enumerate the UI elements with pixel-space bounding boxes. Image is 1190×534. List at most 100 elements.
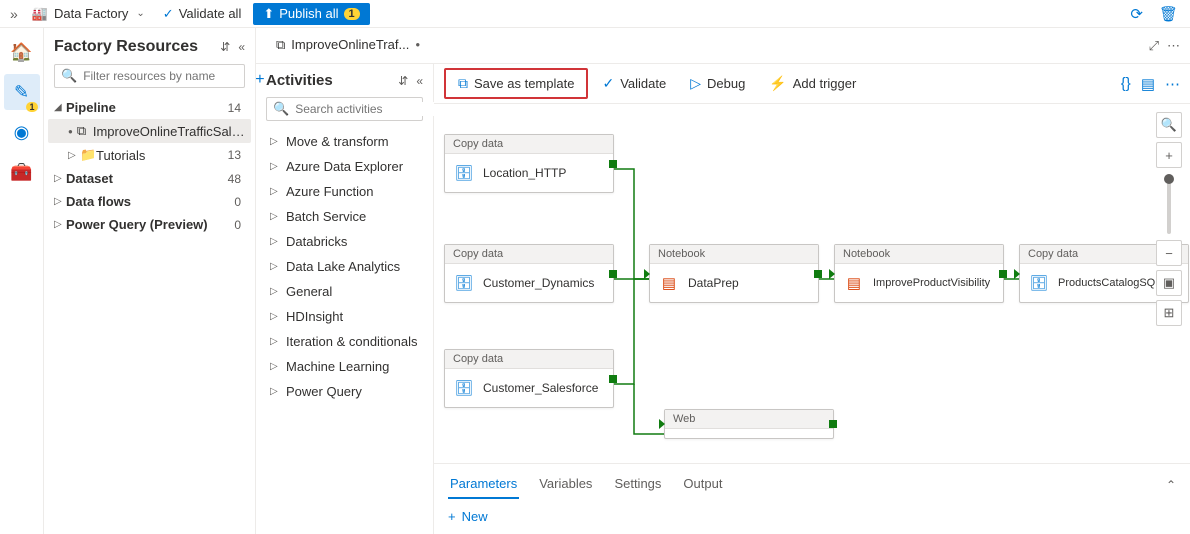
activity-label: General bbox=[286, 284, 332, 299]
activity-category[interactable]: ▷Move & transform bbox=[266, 129, 433, 154]
activity-label: HDInsight bbox=[286, 309, 343, 324]
home-icon: 🏠 bbox=[10, 42, 32, 63]
activity-label: Data Lake Analytics bbox=[286, 259, 400, 274]
toolbar-menu-icon[interactable]: ⋯ bbox=[1165, 75, 1180, 93]
publish-all-label: Publish all bbox=[279, 6, 338, 21]
new-label: New bbox=[462, 509, 488, 524]
zoom-in-button[interactable]: + bbox=[1156, 142, 1182, 168]
zoom-slider[interactable] bbox=[1167, 174, 1171, 234]
chevron-right-icon: ▷ bbox=[54, 219, 66, 230]
delete-icon[interactable]: 🗑 bbox=[1153, 5, 1184, 23]
publish-all-button[interactable]: ⬆ Publish all 1 bbox=[253, 3, 369, 25]
activity-category[interactable]: ▷Machine Learning bbox=[266, 354, 433, 379]
chevron-right-icon: ▷ bbox=[270, 386, 280, 397]
add-trigger-button[interactable]: ⚡ Add trigger bbox=[759, 70, 866, 97]
breadcrumb[interactable]: 🏭 Data Factory ⌄ bbox=[26, 6, 151, 22]
refresh-icon[interactable]: ⟳ bbox=[1124, 5, 1149, 23]
node-dataprep[interactable]: Notebook ▤ DataPrep bbox=[649, 244, 819, 303]
canvas-search-button[interactable]: 🔍 bbox=[1156, 112, 1182, 138]
chevron-right-icon: ▷ bbox=[54, 196, 66, 207]
activities-search[interactable]: 🔍 bbox=[266, 97, 423, 121]
resources-filter-input[interactable] bbox=[83, 69, 238, 83]
monitor-button[interactable]: ◉ bbox=[4, 114, 40, 150]
tree-item[interactable]: ▷Data flows0 bbox=[48, 190, 251, 213]
panel-tab-parameters[interactable]: Parameters bbox=[448, 470, 519, 499]
activity-category[interactable]: ▷Databricks bbox=[266, 229, 433, 254]
pin-icon[interactable]: ⇵ bbox=[220, 40, 230, 54]
copy-data-icon: 🗄 bbox=[453, 272, 475, 294]
tree-item[interactable]: ◢Pipeline14 bbox=[48, 96, 251, 119]
tree-item[interactable]: ●⧉ImproveOnlineTrafficSales bbox=[48, 119, 251, 143]
panel-tab-settings[interactable]: Settings bbox=[612, 470, 663, 499]
manage-button[interactable]: 🧰 bbox=[4, 154, 40, 190]
panel-tab-output[interactable]: Output bbox=[681, 470, 724, 499]
node-type-label: Copy data bbox=[445, 135, 613, 154]
node-name: Customer_Dynamics bbox=[483, 276, 594, 290]
validate-all-button[interactable]: ✓ Validate all bbox=[155, 3, 250, 25]
notebook-icon: ▤ bbox=[658, 272, 680, 294]
zoom-out-button[interactable]: − bbox=[1156, 240, 1182, 266]
node-type-label: Copy data bbox=[445, 350, 613, 369]
activity-category[interactable]: ▷Azure Function bbox=[266, 179, 433, 204]
save-as-template-button[interactable]: ⧉ Save as template bbox=[444, 68, 588, 99]
copy-data-icon: 🗄 bbox=[453, 377, 475, 399]
resources-filter[interactable]: 🔍 bbox=[54, 64, 245, 88]
node-customer-dynamics[interactable]: Copy data 🗄 Customer_Dynamics bbox=[444, 244, 614, 303]
toolbox-icon: 🧰 bbox=[10, 162, 32, 183]
chevron-right-icon: ▷ bbox=[270, 336, 280, 347]
activity-label: Azure Data Explorer bbox=[286, 159, 403, 174]
activity-category[interactable]: ▷ Power Query bbox=[266, 379, 433, 404]
chevron-right-icon: ▷ bbox=[270, 186, 280, 197]
new-parameter-button[interactable]: + New bbox=[448, 509, 1176, 524]
pipeline-icon: ⧉ bbox=[77, 123, 93, 139]
activity-category[interactable]: ▷Iteration & conditionals bbox=[266, 329, 433, 354]
layout-button[interactable]: ⊞ bbox=[1156, 300, 1182, 326]
copy-data-icon: 🗄 bbox=[1028, 272, 1050, 294]
tab-pipeline[interactable]: ⧉ ImproveOnlineTraf... ● bbox=[266, 31, 430, 61]
activity-label: Power Query bbox=[286, 384, 362, 399]
validate-button[interactable]: ✓ Validate bbox=[592, 70, 676, 97]
activities-search-input[interactable] bbox=[295, 102, 450, 116]
tree-count: 13 bbox=[228, 148, 245, 162]
chevron-right-icon: ▷ bbox=[270, 161, 280, 172]
pin-icon[interactable]: ⇵ bbox=[398, 74, 408, 88]
trigger-icon: ⚡ bbox=[769, 75, 786, 92]
debug-button[interactable]: ▷ Debug bbox=[680, 70, 755, 97]
tree-item[interactable]: ▷Power Query (Preview)0 bbox=[48, 213, 251, 236]
node-improve-visibility[interactable]: Notebook ▤ ImproveProductVisibility bbox=[834, 244, 1004, 303]
fit-screen-button[interactable]: ▣ bbox=[1156, 270, 1182, 296]
expand-icon[interactable]: ⤢ bbox=[1149, 38, 1159, 54]
plus-icon: + bbox=[448, 509, 456, 524]
activity-category[interactable]: ▷Batch Service bbox=[266, 204, 433, 229]
chevron-right-icon: ▷ bbox=[270, 286, 280, 297]
play-icon: ▷ bbox=[690, 75, 701, 92]
node-location-http[interactable]: Copy data 🗄 Location_HTTP bbox=[444, 134, 614, 193]
author-button[interactable]: ✎ 1 bbox=[4, 74, 40, 110]
resources-title: Factory Resources bbox=[54, 38, 198, 56]
home-button[interactable]: 🏠 bbox=[4, 34, 40, 70]
activity-category[interactable]: ▷Data Lake Analytics bbox=[266, 254, 433, 279]
collapse-left-icon[interactable]: « bbox=[238, 40, 245, 54]
tab-menu-icon[interactable]: ⋯ bbox=[1167, 38, 1180, 54]
activity-category[interactable]: ▷ General bbox=[266, 279, 433, 304]
tree-item[interactable]: ▷Dataset48 bbox=[48, 167, 251, 190]
node-name: Customer_Salesforce bbox=[483, 381, 598, 395]
add-trigger-label: Add trigger bbox=[793, 76, 857, 91]
upload-icon: ⬆ bbox=[263, 6, 274, 22]
node-web[interactable]: Web bbox=[664, 409, 834, 439]
tree-count: 14 bbox=[228, 101, 245, 115]
drag-handle-icon[interactable]: » bbox=[6, 6, 22, 22]
collapse-panel-icon[interactable]: ⌃ bbox=[1166, 478, 1176, 492]
activity-category[interactable]: ▷HDInsight bbox=[266, 304, 433, 329]
panel-tab-variables[interactable]: Variables bbox=[537, 470, 594, 499]
folder-icon: 📁 bbox=[80, 147, 96, 163]
code-icon[interactable]: {} bbox=[1121, 75, 1131, 93]
properties-icon[interactable]: ▤ bbox=[1141, 75, 1155, 93]
activity-category[interactable]: ▷ Azure Data Explorer bbox=[266, 154, 433, 179]
tree-item[interactable]: ▷📁Tutorials13 bbox=[48, 143, 251, 167]
collapse-left-icon[interactable]: « bbox=[416, 74, 423, 88]
tree-label: ImproveOnlineTrafficSales bbox=[93, 124, 245, 139]
pipeline-canvas[interactable]: Copy data 🗄 Location_HTTP Copy data 🗄 Cu… bbox=[434, 104, 1190, 463]
check-icon: ✓ bbox=[163, 6, 174, 22]
node-customer-salesforce[interactable]: Copy data 🗄 Customer_Salesforce bbox=[444, 349, 614, 408]
